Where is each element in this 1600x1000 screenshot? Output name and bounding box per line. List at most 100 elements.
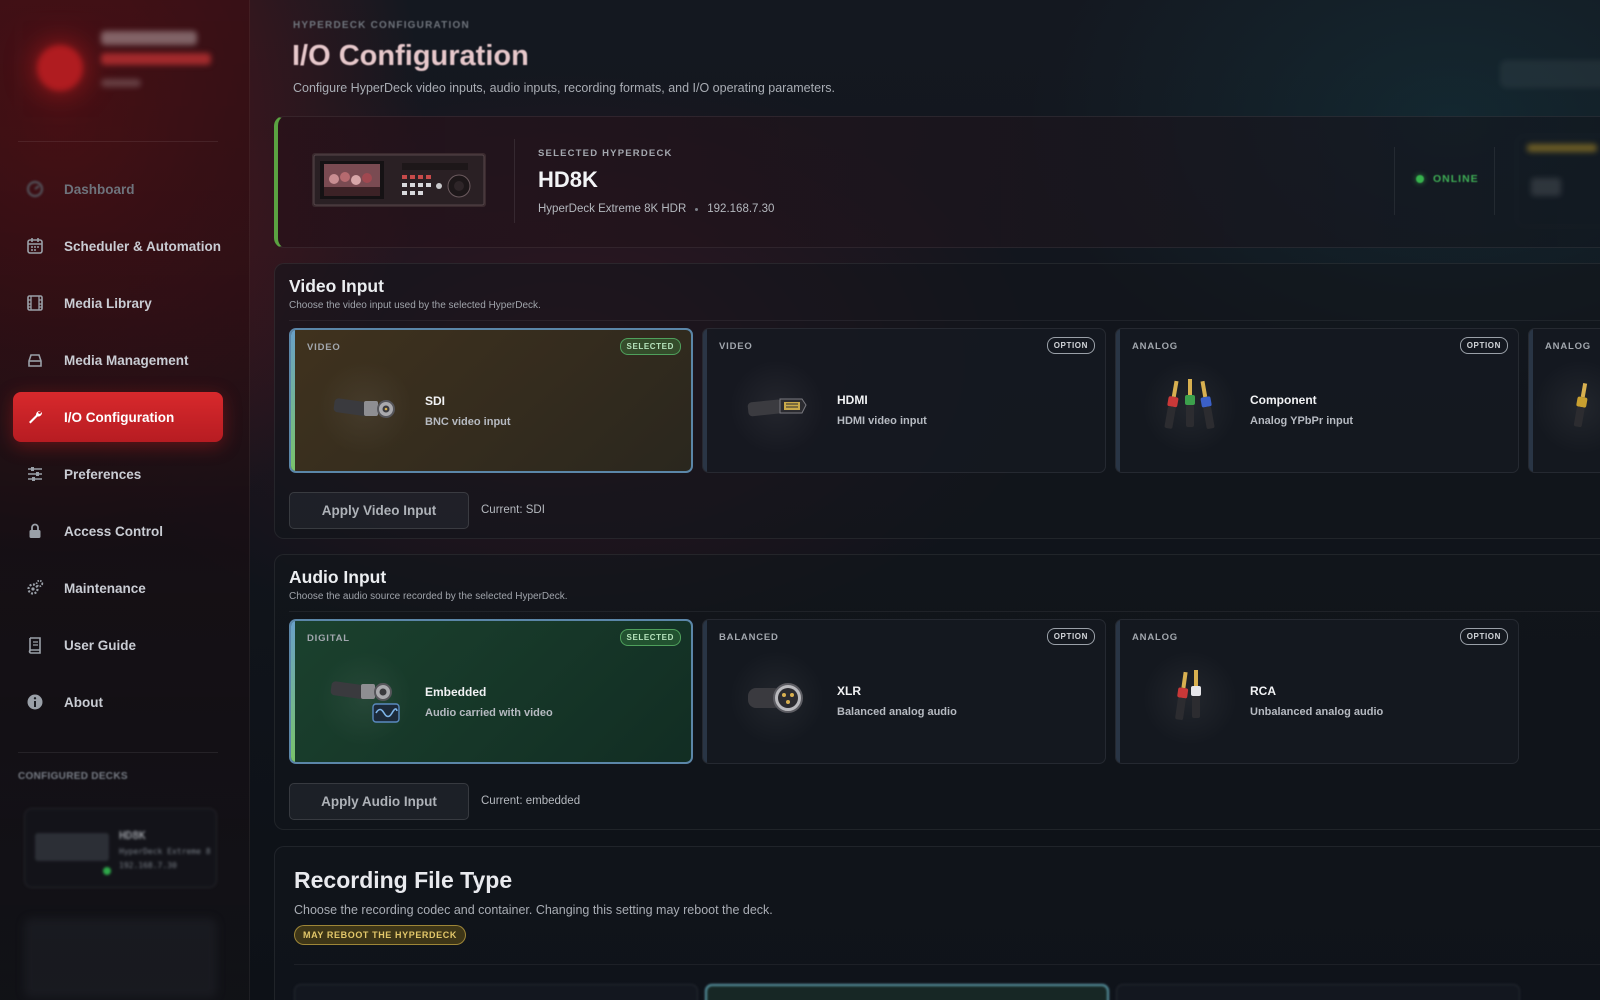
deck-card-model: HyperDeck Extreme 8K HDR — [119, 847, 211, 856]
rca-connector-icon — [1142, 650, 1238, 746]
selected-deck-meta: HyperDeck Extreme 8K HDR 192.168.7.30 — [538, 203, 774, 215]
apply-audio-input-button[interactable]: Apply Audio Input — [289, 783, 469, 820]
sidebar-item-media-library[interactable]: Media Library — [13, 278, 223, 328]
sidebar-nav: Dashboard Scheduler & Automation Media L… — [13, 164, 223, 734]
option-badge: OPTION — [1046, 628, 1095, 645]
configured-deck-card[interactable]: HD8K HyperDeck Extreme 8K HDR 192.168.7.… — [24, 808, 217, 888]
lock-icon — [25, 521, 45, 541]
audio-input-title: Audio Input — [289, 567, 387, 587]
sidebar-item-label: Maintenance — [64, 580, 146, 596]
audio-option-rca[interactable]: ANALOG OPTION RCA Unbalanced analog audi… — [1115, 619, 1519, 764]
recording-subtitle: Choose the recording codec and container… — [294, 903, 773, 917]
book-icon — [25, 635, 45, 655]
xlr-connector-icon — [729, 650, 825, 746]
audio-input-subtitle: Choose the audio source recorded by the … — [289, 591, 568, 602]
selected-deck-ip: 192.168.7.30 — [707, 203, 775, 215]
video-option-hdmi[interactable]: VIDEO OPTION HDMI HDMI video input — [702, 328, 1106, 473]
sidebar-item-io-configuration[interactable]: I/O Configuration — [13, 392, 223, 442]
sidebar-item-user-guide[interactable]: User Guide — [13, 620, 223, 670]
sidebar-item-about[interactable]: About — [13, 677, 223, 727]
option-category: VIDEO — [307, 342, 341, 353]
audio-option-xlr[interactable]: BALANCED OPTION XLR Balanced analog audi… — [702, 619, 1106, 764]
selected-deck-model: HyperDeck Extreme 8K HDR — [538, 203, 687, 215]
recording-option-selected[interactable] — [705, 984, 1109, 1000]
current-audio-input: Current: embedded — [481, 795, 581, 807]
apply-video-input-button[interactable]: Apply Video Input — [289, 492, 469, 529]
sidebar-item-maintenance[interactable]: Maintenance — [13, 563, 223, 613]
logo-mark — [37, 45, 83, 91]
video-input-panel: Video Input Choose the video input used … — [274, 263, 1600, 539]
sidebar-item-label: Dashboard — [64, 181, 135, 197]
option-description: HDMI video input — [837, 415, 927, 427]
sidebar-item-media-management[interactable]: Media Management — [13, 335, 223, 385]
embedded-audio-icon — [317, 651, 413, 747]
option-name: HDMI — [837, 393, 868, 407]
option-name: XLR — [837, 684, 861, 698]
current-video-input: Current: SDI — [481, 504, 545, 516]
recording-file-type-panel: Recording File Type Choose the recording… — [274, 846, 1600, 1000]
video-option-analog-composite[interactable]: ANALOG — [1528, 328, 1600, 473]
option-name: SDI — [425, 394, 446, 408]
status-badge: ONLINE — [1416, 173, 1479, 185]
brand-logo[interactable] — [18, 16, 222, 122]
video-option-component[interactable]: ANALOG OPTION Component Analog YPbPr inp… — [1115, 328, 1519, 473]
video-input-subtitle: Choose the video input used by the selec… — [289, 300, 541, 311]
info-icon — [25, 692, 45, 712]
divider — [18, 141, 218, 142]
page-title: I/O Configuration — [292, 40, 529, 72]
selected-badge: SELECTED — [619, 338, 681, 355]
option-category: DIGITAL — [307, 633, 350, 644]
sidebar: Dashboard Scheduler & Automation Media L… — [0, 0, 250, 1000]
sidebar-item-access-control[interactable]: Access Control — [13, 506, 223, 556]
header-action-button[interactable] — [1500, 60, 1600, 88]
recording-title: Recording File Type — [294, 867, 513, 893]
option-name: RCA — [1250, 684, 1276, 698]
recording-option[interactable] — [294, 984, 698, 1000]
bnc-connector-icon — [317, 360, 413, 456]
online-dot-icon — [1416, 175, 1424, 183]
wrench-icon — [25, 407, 45, 427]
option-category: ANALOG — [1545, 341, 1591, 352]
option-description: Unbalanced analog audio — [1250, 706, 1384, 718]
sidebar-item-label: Preferences — [64, 466, 142, 482]
drive-icon — [25, 350, 45, 370]
option-name: Component — [1250, 393, 1317, 407]
recording-option[interactable] — [1116, 984, 1520, 1000]
dashboard-icon — [25, 179, 45, 199]
option-category: BALANCED — [719, 632, 779, 643]
selected-badge: SELECTED — [619, 629, 681, 646]
film-icon — [25, 293, 45, 313]
option-badge: OPTION — [1459, 337, 1508, 354]
video-input-title: Video Input — [289, 276, 384, 296]
selected-deck-name: HD8K — [538, 167, 598, 192]
status-dot — [103, 867, 111, 875]
deck-thumbnail — [35, 833, 109, 861]
sidebar-item-preferences[interactable]: Preferences — [13, 449, 223, 499]
audio-input-panel: Audio Input Choose the audio source reco… — [274, 554, 1600, 830]
option-description: Balanced analog audio — [837, 706, 957, 718]
audio-option-embedded[interactable]: DIGITAL SELECTED Embedded Audio carried … — [289, 619, 693, 764]
sidebar-item-dashboard[interactable]: Dashboard — [13, 164, 223, 214]
deck-switcher[interactable] — [1516, 135, 1600, 227]
sliders-icon — [25, 464, 45, 484]
configured-deck-card[interactable] — [24, 918, 217, 998]
status-text: ONLINE — [1433, 173, 1479, 185]
option-category: VIDEO — [719, 341, 753, 352]
sidebar-item-scheduler[interactable]: Scheduler & Automation — [13, 221, 223, 271]
hdmi-connector-icon — [729, 359, 825, 455]
option-badge: OPTION — [1046, 337, 1095, 354]
video-option-sdi[interactable]: VIDEO SELECTED SDI BNC video input — [289, 328, 693, 473]
page-subtitle: Configure HyperDeck video inputs, audio … — [293, 81, 835, 95]
gears-icon — [25, 578, 45, 598]
option-description: Analog YPbPr input — [1250, 415, 1354, 427]
option-name: Embedded — [425, 685, 487, 699]
selected-deck-banner: SELECTED HYPERDECK HD8K HyperDeck Extrem… — [274, 116, 1600, 248]
option-category: ANALOG — [1132, 341, 1178, 352]
component-connector-icon — [1142, 359, 1238, 455]
hyperdeck-image — [312, 153, 486, 207]
divider — [18, 752, 218, 753]
sidebar-item-label: Media Management — [64, 352, 189, 368]
option-category: ANALOG — [1132, 632, 1178, 643]
configured-decks-label: CONFIGURED DECKS — [18, 771, 128, 782]
option-description: BNC video input — [425, 416, 511, 428]
